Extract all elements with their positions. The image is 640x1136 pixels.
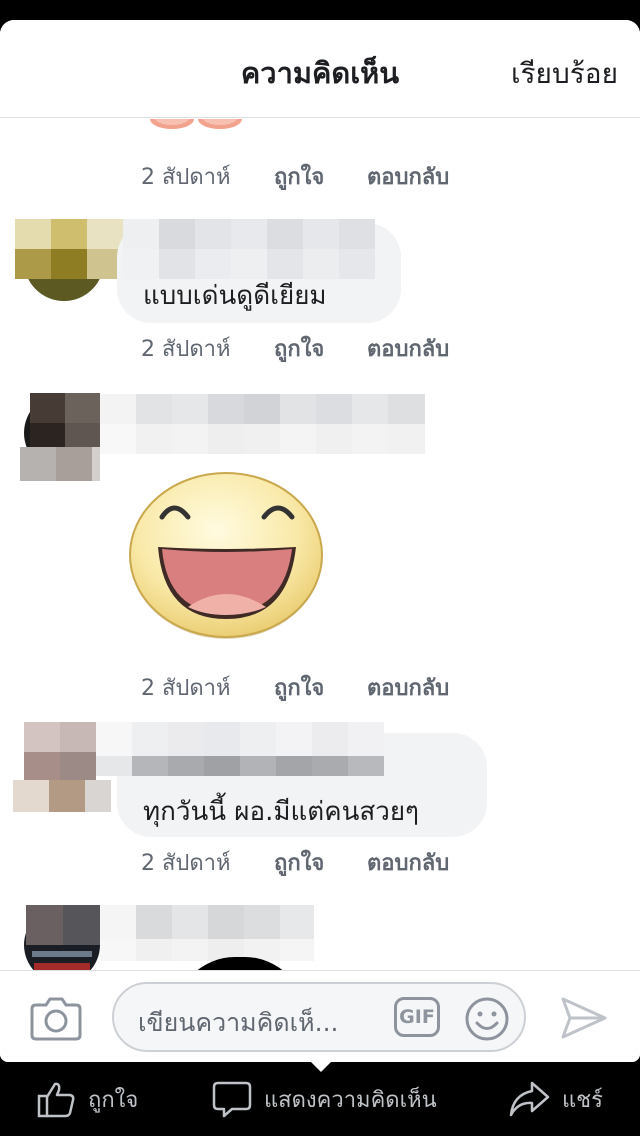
comment-meta: 2 สัปดาห์ ถูกใจ ตอบกลับ [141, 845, 449, 880]
camera-icon[interactable] [30, 995, 82, 1041]
comment-time: 2 สัปดาห์ [141, 337, 231, 362]
like-link[interactable]: ถูกใจ [274, 159, 367, 194]
like-button-label: ถูกใจ [88, 1087, 139, 1113]
reply-link[interactable]: ตอบกลับ [367, 331, 449, 366]
comments-header: ความคิดเห็น เรียบร้อย [0, 20, 640, 118]
gif-icon[interactable]: GIF [394, 997, 440, 1037]
comment-button[interactable]: แสดงความคิดเห็น [212, 1062, 437, 1136]
like-link[interactable]: ถูกใจ [274, 670, 367, 705]
like-link[interactable]: ถูกใจ [274, 331, 367, 366]
comment-text: ทุกวันนี้ ผอ.มีแต่คนสวยๆ [143, 797, 420, 827]
comments-sheet: ความคิดเห็น เรียบร้อย 2 สัปดาห์ ถูกใจ ตอ… [0, 20, 640, 1062]
send-icon[interactable] [560, 995, 608, 1041]
comment-list[interactable]: 2 สัปดาห์ ถูกใจ ตอบกลับ แบบเด่นดูดีเยียม [0, 119, 640, 971]
sheet-pointer [309, 1060, 333, 1072]
share-button-label: แชร์ [562, 1087, 603, 1113]
post-action-bar: ถูกใจ แสดงความคิดเห็น แชร์ [0, 1062, 640, 1136]
comment-meta: 2 สัปดาห์ ถูกใจ ตอบกลับ [141, 670, 449, 705]
comment-button-label: แสดงความคิดเห็น [264, 1087, 437, 1113]
comment-time: 2 สัปดาห์ [141, 165, 231, 190]
comment-text: แบบเด่นดูดีเยียม [143, 281, 327, 311]
commenter-name [100, 905, 314, 961]
commenter-name [100, 394, 425, 454]
sticker-image[interactable] [128, 469, 324, 641]
sticker-image [150, 119, 242, 129]
avatar [26, 905, 100, 945]
comment-input[interactable]: เขียนความคิดเห็... GIF [112, 982, 526, 1052]
reply-link[interactable]: ตอบกลับ [367, 670, 449, 705]
reply-link[interactable]: ตอบกลับ [367, 845, 449, 880]
avatar [20, 393, 100, 483]
avatar [15, 219, 123, 279]
thumbs-up-icon [37, 1082, 75, 1118]
commenter-name [123, 219, 375, 279]
like-button[interactable]: ถูกใจ [36, 1062, 138, 1136]
reply-link[interactable]: ตอบกลับ [367, 159, 449, 194]
done-button[interactable]: เรียบร้อย [511, 52, 618, 96]
share-button[interactable]: แชร์ [508, 1062, 603, 1136]
comment-meta: 2 สัปดาห์ ถูกใจ ตอบกลับ [141, 331, 449, 366]
commenter-name [96, 722, 384, 776]
comment-input-placeholder: เขียนความคิดเห็... [138, 1008, 339, 1037]
comment-meta: 2 สัปดาห์ ถูกใจ ตอบกลับ [141, 159, 449, 194]
comment-icon [212, 1081, 252, 1118]
comment-time: 2 สัปดาห์ [141, 851, 231, 876]
comment-composer: เขียนความคิดเห็... GIF [0, 970, 640, 1062]
like-link[interactable]: ถูกใจ [274, 845, 367, 880]
comment-time: 2 สัปดาห์ [141, 676, 231, 701]
emoji-icon[interactable] [464, 996, 510, 1042]
status-bar [0, 0, 640, 20]
share-icon [509, 1081, 550, 1117]
